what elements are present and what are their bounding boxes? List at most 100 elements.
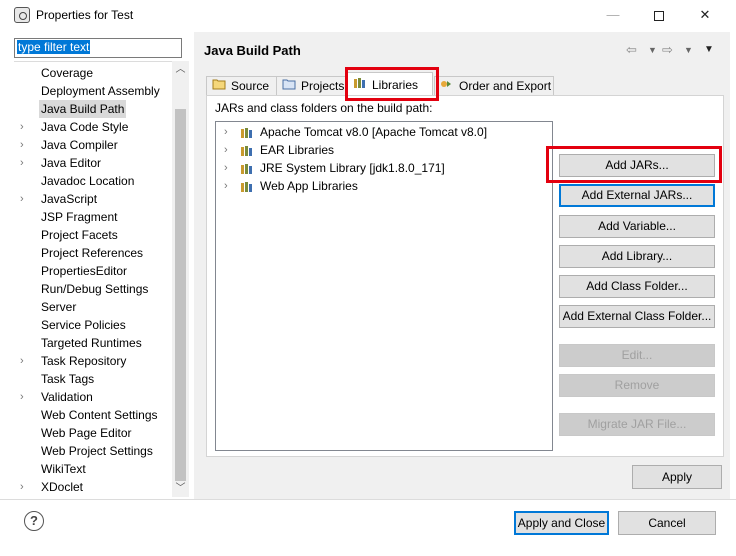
tree-item-label: Project Facets — [41, 228, 118, 242]
chevron-right-icon[interactable]: › — [20, 154, 30, 172]
tree-item-label: JSP Fragment — [41, 210, 118, 224]
view-menu-icon[interactable]: ▼ — [704, 44, 714, 55]
tree-item[interactable]: › XDoclet — [14, 478, 174, 496]
help-icon[interactable]: ? — [24, 511, 44, 531]
tree-item[interactable]: Web Content Settings — [14, 406, 174, 424]
source-folder-icon — [211, 77, 227, 96]
chevron-right-icon[interactable]: › — [224, 159, 228, 177]
tree-item[interactable]: Web Project Settings — [14, 442, 174, 460]
maximize-icon — [654, 10, 664, 21]
chevron-down-icon[interactable]: ▼ — [684, 45, 693, 55]
tree-item-label: Web Page Editor — [41, 426, 132, 440]
tree-item[interactable]: Task Tags — [14, 370, 174, 388]
build-path-label: JARs and class folders on the build path… — [215, 101, 433, 115]
tree-item-label: Project References — [41, 246, 144, 260]
tree-scrollbar[interactable]: ︿ ﹀ — [172, 61, 189, 497]
scrollbar-thumb[interactable] — [175, 109, 186, 481]
tree-item[interactable]: Web Page Editor — [14, 424, 174, 442]
chevron-down-icon[interactable]: ﹀ — [172, 480, 189, 497]
library-list[interactable]: › Apache Tomcat v8.0 [Apache Tomcat v8.0]… — [215, 121, 553, 451]
chevron-right-icon[interactable]: › — [224, 141, 228, 159]
chevron-right-icon[interactable]: › — [20, 118, 30, 136]
page-header: Java Build Path ⇦ ▼ ⇨ ▼ ▼ — [194, 32, 730, 68]
back-arrow-icon[interactable]: ⇦ — [626, 42, 637, 58]
tree-item[interactable]: › Java Code Style — [14, 118, 174, 136]
tab-label: Libraries — [372, 78, 419, 92]
chevron-right-icon[interactable]: › — [20, 388, 30, 406]
add-external-class-folder-button[interactable]: Add External Class Folder... — [559, 305, 715, 328]
tree-item[interactable]: › JavaScript — [14, 190, 174, 208]
library-icon — [240, 180, 254, 192]
minimize-button[interactable]: — — [590, 0, 636, 30]
apply-button[interactable]: Apply — [632, 465, 722, 489]
filter-text: type filter text — [17, 40, 91, 54]
tree-item[interactable]: WikiText — [14, 460, 174, 478]
tree-item-label: WikiText — [41, 462, 86, 476]
add-class-folder-button[interactable]: Add Class Folder... — [559, 275, 715, 298]
chevron-right-icon[interactable]: › — [224, 123, 228, 141]
filter-input[interactable]: type filter text — [14, 38, 182, 58]
chevron-down-icon[interactable]: ▼ — [648, 45, 657, 55]
tree-item[interactable]: › Validation — [14, 388, 174, 406]
property-tree: Coverage Deployment Assembly Java Build Pa… — [14, 61, 182, 498]
library-icon — [240, 144, 254, 156]
chevron-up-icon[interactable]: ︿ — [172, 61, 189, 78]
tree-item[interactable]: › Java Compiler — [14, 136, 174, 154]
tab-source[interactable]: Source — [206, 76, 277, 97]
tree-item[interactable]: Project References — [14, 244, 174, 262]
tree-item[interactable]: Coverage — [14, 64, 174, 82]
library-entry[interactable]: › Web App Libraries — [216, 177, 546, 195]
library-entry[interactable]: › EAR Libraries — [216, 141, 546, 159]
tree-item-label: Targeted Runtimes — [41, 336, 142, 350]
property-page: Java Build Path ⇦ ▼ ⇨ ▼ ▼ Source Project… — [194, 32, 730, 499]
tree-item-label: Service Policies — [41, 318, 126, 332]
tree-item[interactable]: PropertiesEditor — [14, 262, 174, 280]
order-export-icon — [439, 77, 455, 96]
tree-item-label: Web Project Settings — [41, 444, 153, 458]
tree-item-label: Validation — [41, 390, 93, 404]
chevron-right-icon[interactable]: › — [20, 136, 30, 154]
tab-projects[interactable]: Projects — [276, 76, 346, 97]
maximize-button[interactable] — [636, 0, 682, 30]
chevron-right-icon[interactable]: › — [20, 478, 30, 496]
apply-and-close-button[interactable]: Apply and Close — [514, 511, 609, 535]
library-entry-label: JRE System Library [jdk1.8.0_171] — [260, 161, 445, 175]
library-entry-label: Web App Libraries — [260, 179, 358, 193]
tree-item[interactable]: Java Build Path — [14, 100, 174, 118]
libraries-panel: JARs and class folders on the build path… — [206, 95, 724, 457]
tree-item[interactable]: Service Policies — [14, 316, 174, 334]
chevron-right-icon[interactable]: › — [20, 190, 30, 208]
tree-item-label: Java Compiler — [41, 138, 118, 152]
tree-item[interactable]: Project Facets — [14, 226, 174, 244]
forward-arrow-icon[interactable]: ⇨ — [662, 42, 673, 58]
preference-navigation: type filter text Coverage Deployment Asse… — [10, 37, 189, 499]
tree-item[interactable]: Run/Debug Settings — [14, 280, 174, 298]
title-bar: Properties for Test — ✕ — [0, 0, 736, 30]
tree-item-label: Java Code Style — [41, 120, 129, 134]
tab-label: Source — [231, 79, 270, 93]
chevron-right-icon[interactable]: › — [20, 352, 30, 370]
add-variable-button[interactable]: Add Variable... — [559, 215, 715, 238]
chevron-right-icon[interactable]: › — [224, 177, 228, 195]
tree-item[interactable]: Javadoc Location — [14, 172, 174, 190]
library-entry[interactable]: › JRE System Library [jdk1.8.0_171] — [216, 159, 546, 177]
add-external-jars-button[interactable]: Add External JARs... — [559, 184, 715, 207]
tree-item-label: Javadoc Location — [41, 174, 135, 188]
cancel-button[interactable]: Cancel — [618, 511, 716, 535]
tree-item-label: JavaScript — [41, 192, 98, 206]
add-library-button[interactable]: Add Library... — [559, 245, 715, 268]
tree-item[interactable]: Targeted Runtimes — [14, 334, 174, 352]
tree-item[interactable]: Deployment Assembly — [14, 82, 174, 100]
tree-item[interactable]: › Java Editor — [14, 154, 174, 172]
tree-item[interactable]: › Task Repository — [14, 352, 174, 370]
tab-order-and-export[interactable]: Order and Export — [434, 76, 554, 97]
edit-button: Edit... — [559, 344, 715, 367]
eclipse-icon — [14, 7, 30, 23]
tree-item[interactable]: JSP Fragment — [14, 208, 174, 226]
tree-item[interactable]: Server — [14, 298, 174, 316]
divider — [0, 499, 736, 500]
window-title: Properties for Test — [36, 8, 134, 22]
close-button[interactable]: ✕ — [682, 0, 728, 30]
library-entry[interactable]: › Apache Tomcat v8.0 [Apache Tomcat v8.0] — [216, 123, 546, 141]
add-jars-button[interactable]: Add JARs... — [559, 154, 715, 177]
